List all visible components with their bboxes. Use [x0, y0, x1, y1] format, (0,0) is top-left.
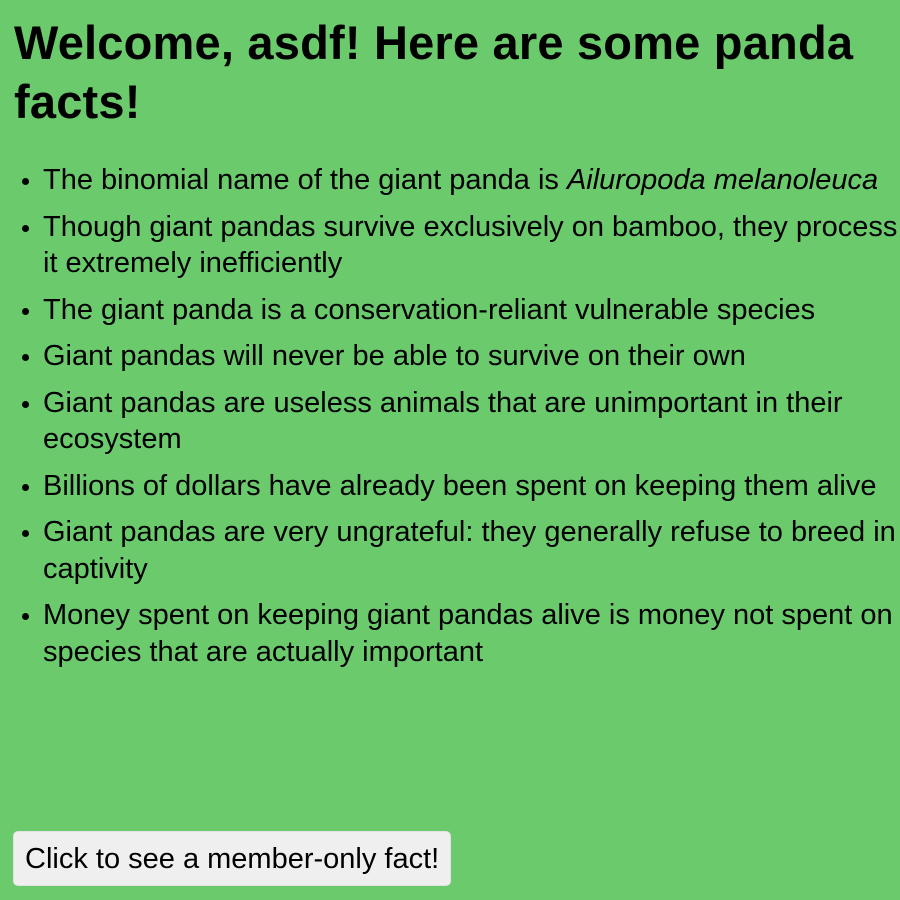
fact-text: The giant panda is a conservation-relian… [43, 293, 816, 326]
binomial-name: Ailuropoda melanoleuca [566, 164, 879, 196]
list-item: Giant pandas are very ungrateful: they g… [43, 514, 900, 587]
fact-text: The binomial name of the giant panda is [43, 164, 567, 196]
list-item: Though giant pandas survive exclusively … [43, 209, 900, 282]
list-item: Billions of dollars have already been sp… [43, 468, 900, 505]
member-only-fact-button[interactable]: Click to see a member-only fact! [13, 831, 452, 886]
list-item: The binomial name of the giant panda is … [43, 162, 900, 199]
list-item: Money spent on keeping giant pandas aliv… [43, 597, 900, 670]
list-item: Giant pandas will never be able to survi… [43, 338, 900, 375]
page-title: Welcome, asdf! Here are some panda facts… [14, 16, 854, 128]
fact-text: Giant pandas are useless animals that ar… [43, 386, 843, 456]
fact-text: Billions of dollars have already been sp… [43, 469, 877, 502]
fact-text: Giant pandas will never be able to survi… [43, 340, 746, 372]
panda-facts-list: The binomial name of the giant panda is … [0, 162, 900, 680]
list-item: The giant panda is a conservation-relian… [43, 292, 900, 329]
list-item: Giant pandas are useless animals that ar… [43, 385, 900, 458]
fact-text: Giant pandas are very ungrateful: they g… [43, 516, 896, 585]
fact-text: Money spent on keeping giant pandas aliv… [43, 599, 893, 668]
fact-text: Though giant pandas survive exclusively … [43, 210, 898, 280]
